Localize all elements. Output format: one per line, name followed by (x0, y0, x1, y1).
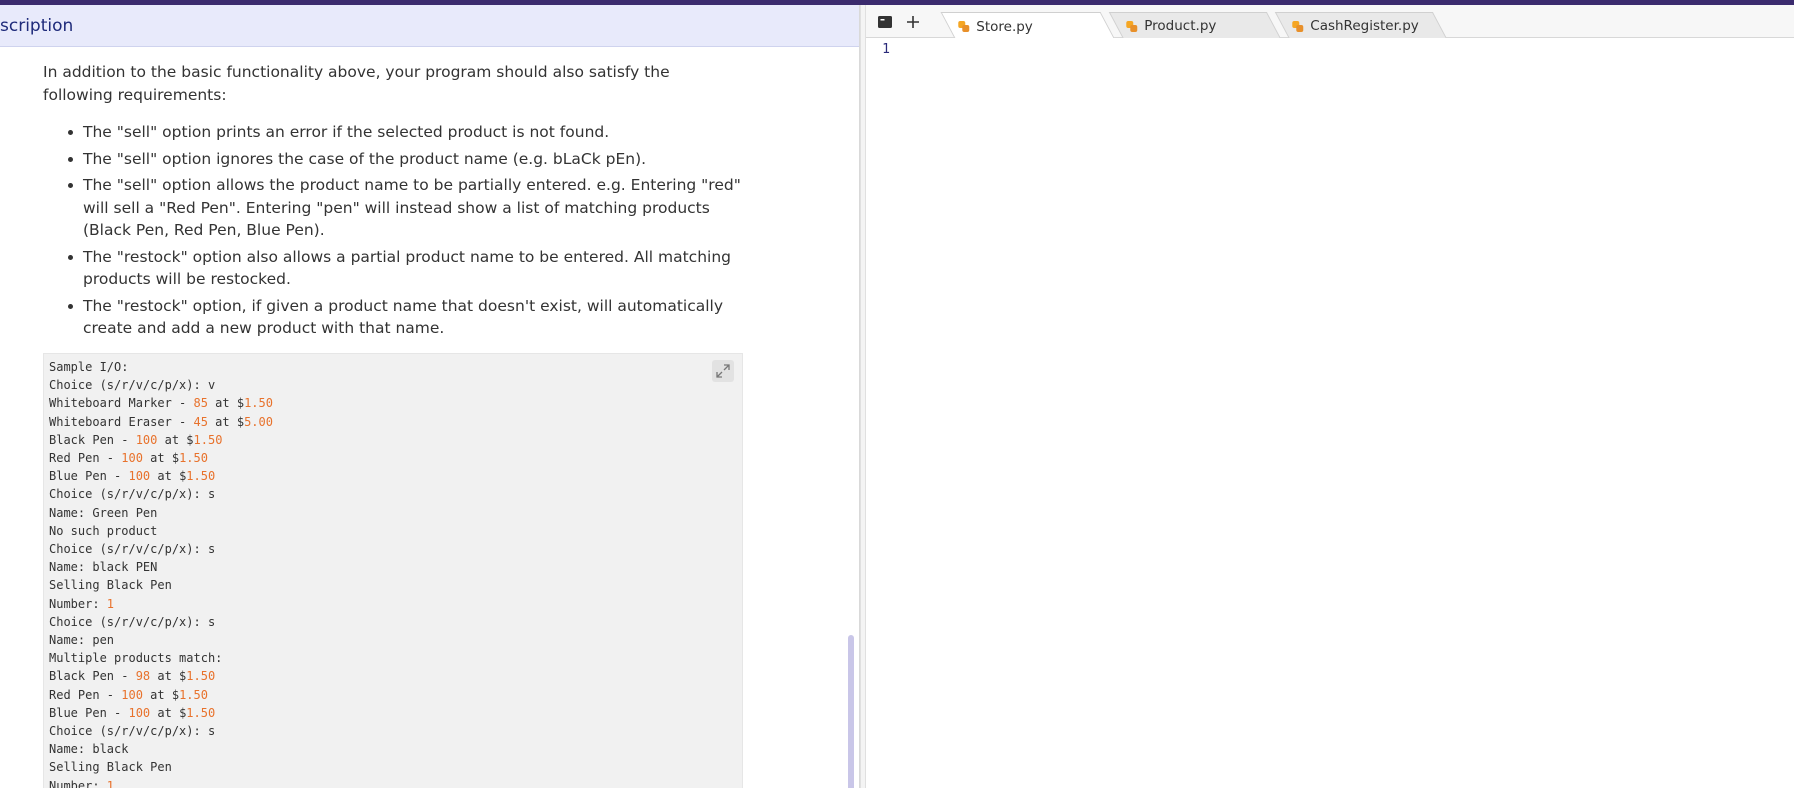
sample-io-line: Choice (s/r/v/c/p/x): v (49, 378, 216, 393)
sample-io-line: Selling Black Pen (49, 578, 172, 593)
requirement-item: The "sell" option allows the product nam… (43, 174, 753, 242)
sample-io-line: Red Pen - 100 at $1.50 (49, 451, 208, 466)
new-tab-button[interactable] (904, 13, 922, 31)
python-icon (1126, 20, 1138, 32)
sample-io-line: Blue Pen - 100 at $1.50 (49, 705, 216, 720)
sample-io-line: Selling Black Pen (49, 760, 172, 775)
sample-io-line: Black Pen - 98 at $1.50 (49, 669, 216, 684)
description-header: scription (0, 5, 859, 47)
line-number: 1 (882, 42, 890, 57)
requirement-item: The "sell" option prints an error if the… (43, 121, 753, 144)
sample-io-line: Choice (s/r/v/c/p/x): s (49, 487, 216, 502)
sample-io-line: Multiple products match: (49, 651, 223, 666)
sample-io-line: Black Pen - 100 at $1.50 (49, 432, 223, 447)
description-scrollbar[interactable] (848, 635, 854, 788)
expand-icon (716, 364, 730, 378)
sample-io-line: Choice (s/r/v/c/p/x): s (49, 542, 216, 557)
tab-label: Product.py (1144, 18, 1217, 34)
python-icon (1292, 20, 1304, 32)
requirement-item: The "restock" option, if given a product… (43, 295, 753, 340)
description-title: scription (0, 16, 74, 36)
plus-icon (907, 16, 919, 28)
sample-io-text: Sample I/O: Choice (s/r/v/c/p/x): v Whit… (49, 358, 273, 788)
sample-io-line: Whiteboard Marker - 85 at $1.50 (49, 396, 273, 411)
sample-io-line: Red Pen - 100 at $1.50 (49, 687, 208, 702)
tab-cashregister-py[interactable]: CashRegister.py (1274, 12, 1448, 39)
requirements-list: The "sell" option prints an error if the… (43, 121, 753, 344)
sample-io-line: Blue Pen - 100 at $1.50 (49, 469, 216, 484)
sample-io-line: Choice (s/r/v/c/p/x): s (49, 614, 216, 629)
sample-io-line: No such product (49, 523, 158, 538)
code-editor[interactable]: 1 (866, 38, 1794, 788)
terminal-icon (878, 16, 892, 28)
sample-io-line: Name: Green Pen (49, 505, 158, 520)
sample-io-block[interactable]: Sample I/O: Choice (s/r/v/c/p/x): v Whit… (43, 353, 743, 788)
tab-label: Store.py (976, 18, 1033, 35)
expand-button[interactable] (712, 360, 734, 382)
tab-store-py[interactable]: Store.py (940, 12, 1116, 40)
sample-io-line: Choice (s/r/v/c/p/x): s (49, 724, 216, 739)
sample-io-line: Number: 1 (49, 778, 115, 788)
terminal-button[interactable] (876, 13, 894, 31)
sample-io-line: Number: 1 (49, 596, 115, 611)
tab-product-py[interactable]: Product.py (1108, 12, 1282, 39)
description-panel: scription In addition to the basic funct… (0, 5, 860, 788)
sample-io-line: Whiteboard Eraser - 45 at $5.00 (49, 414, 273, 429)
python-icon (958, 21, 970, 32)
sample-io-line: Name: pen (49, 633, 115, 648)
tab-label: CashRegister.py (1310, 18, 1419, 34)
intro-text: In addition to the basic functionality a… (43, 63, 670, 104)
editor-tabbar: Store.py Product.py CashRegister.py (866, 5, 1794, 40)
sample-io-line: Sample I/O: (49, 360, 129, 374)
line-gutter: 1 (866, 38, 906, 788)
sample-io-line: Name: black (49, 742, 129, 757)
requirement-item: The "restock" option also allows a parti… (43, 246, 753, 291)
sample-io-line: Name: black PEN (49, 560, 158, 575)
requirement-item: The "sell" option ignores the case of th… (43, 148, 753, 171)
